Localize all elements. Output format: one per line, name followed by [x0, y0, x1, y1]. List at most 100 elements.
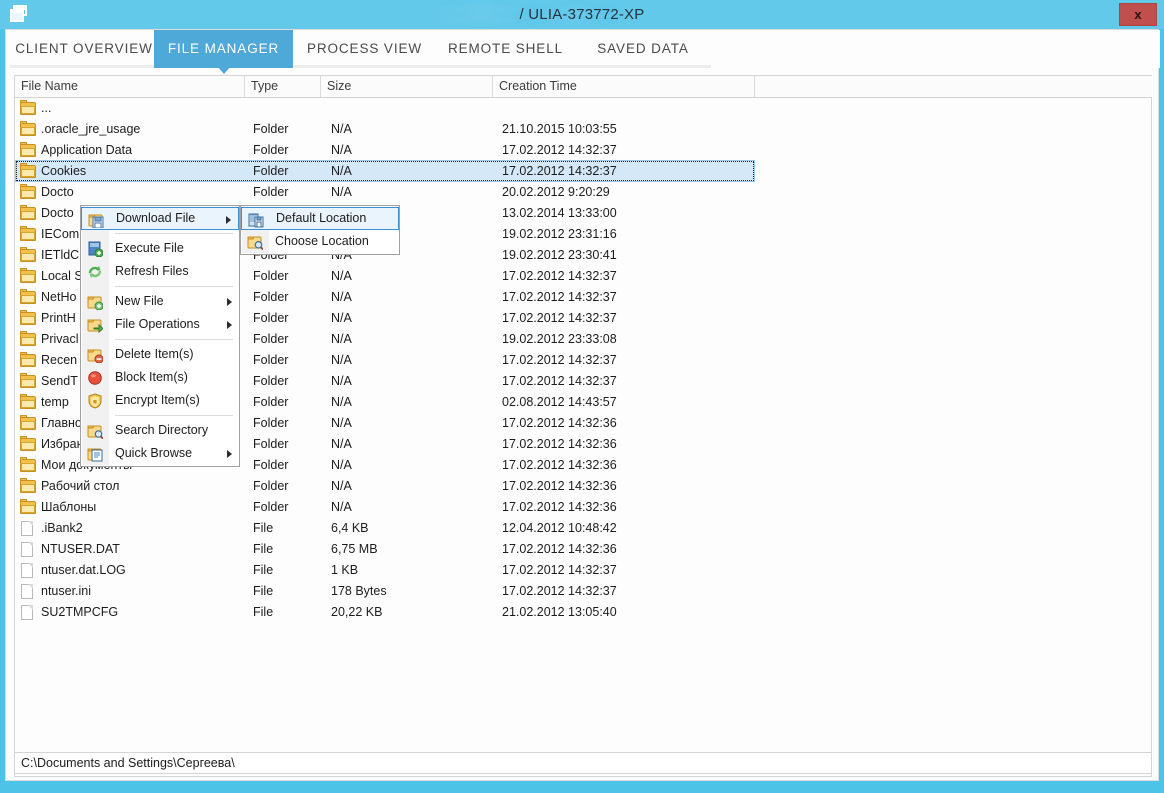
- title-bar: / ULIA-373772-XP x: [0, 0, 1164, 29]
- cell-file-name: Рабочий стол: [19, 476, 245, 497]
- cell-type: Folder: [253, 458, 289, 472]
- file-name-text: ntuser.dat.LOG: [41, 563, 126, 577]
- table-row[interactable]: ntuser.dat.LOG File 1 KB 17.02.2012 14:32:3…: [15, 560, 1151, 581]
- cell-file-name: .iBank2: [19, 518, 245, 539]
- cell-creation-time: 02.08.2012 14:43:57: [502, 395, 617, 409]
- cell-file-name: ntuser.dat.LOG: [19, 560, 245, 581]
- cell-file-name: ntuser.ini: [19, 581, 245, 602]
- file-name-text: Local S: [41, 269, 83, 283]
- cell-creation-time: 21.02.2012 13:05:40: [502, 605, 617, 619]
- tab-file-manager[interactable]: FILE MANAGER: [154, 30, 293, 74]
- cell-size: N/A: [331, 395, 352, 409]
- column-header-size[interactable]: Size: [321, 76, 493, 97]
- context-menu-item-block-item-s[interactable]: Block Item(s): [81, 366, 239, 389]
- cell-type: File: [253, 542, 274, 556]
- tab-process-view[interactable]: PROCESS VIEW: [293, 30, 436, 68]
- column-header-file-name[interactable]: File Name: [15, 76, 245, 97]
- cell-creation-time: 17.02.2012 14:32:37: [502, 353, 617, 367]
- folder-icon: [20, 478, 36, 493]
- folder-icon: [20, 394, 36, 409]
- search-directory-icon: [87, 423, 104, 440]
- choose-location-icon: [247, 234, 264, 251]
- submenu-item-choose-location[interactable]: Choose Location: [241, 230, 399, 253]
- menu-item-label: Quick Browse: [115, 446, 193, 460]
- context-menu-item-delete-item-s[interactable]: Delete Item(s): [81, 343, 239, 366]
- file-operations-icon: [87, 317, 104, 334]
- context-menu-item-refresh-files[interactable]: Refresh Files: [81, 260, 239, 283]
- menu-item-label: Block Item(s): [115, 370, 188, 384]
- cell-type: File: [253, 521, 274, 535]
- cell-creation-time: 17.02.2012 14:32:36: [502, 437, 617, 451]
- table-row[interactable]: Application Data Folder N/A 17.02.2012 14:3…: [15, 140, 1151, 161]
- cell-creation-time: 17.02.2012 14:32:37: [502, 290, 617, 304]
- file-name-text: NetHo: [41, 290, 77, 304]
- cell-type: Folder: [253, 185, 289, 199]
- block-icon: [87, 370, 103, 386]
- file-name-text: Docto: [41, 185, 74, 199]
- column-header-filler: [755, 76, 1152, 97]
- cell-creation-time: 17.02.2012 14:32:36: [502, 458, 617, 472]
- folder-icon: [20, 142, 36, 157]
- cell-file-name: Cookies: [19, 161, 245, 182]
- menu-item-label: New File: [115, 294, 164, 308]
- file-name-text: Docto: [41, 206, 74, 220]
- context-menu-item-encrypt-item-s[interactable]: Encrypt Item(s): [81, 389, 239, 412]
- cell-creation-time: 17.02.2012 14:32:37: [502, 164, 617, 178]
- cell-size: N/A: [331, 143, 352, 157]
- table-row[interactable]: Docto Folder N/A 20.02.2012 9:20:29: [15, 182, 1151, 203]
- context-menu-item-execute-file[interactable]: Execute File: [81, 237, 239, 260]
- table-row[interactable]: .iBank2 File 6,4 KB 12.04.2012 10:48:42: [15, 518, 1151, 539]
- table-header-row: File Name Type Size Creation Time: [15, 76, 1152, 98]
- close-window-button[interactable]: x: [1119, 3, 1157, 26]
- tab-remote-shell[interactable]: REMOTE SHELL: [436, 30, 575, 68]
- cell-creation-time: 20.02.2012 9:20:29: [502, 185, 610, 199]
- file-icon: [21, 605, 33, 620]
- cell-size: N/A: [331, 332, 352, 346]
- cell-size: N/A: [331, 311, 352, 325]
- table-row[interactable]: SU2TMPCFG File 20,22 KB 21.02.2012 13:05:40: [15, 602, 1151, 623]
- window-title: / ULIA-373772-XP: [519, 6, 645, 23]
- column-header-creation-time[interactable]: Creation Time: [493, 76, 755, 97]
- table-row[interactable]: NTUSER.DAT File 6,75 MB 17.02.2012 14:32:36: [15, 539, 1151, 560]
- folder-icon: [20, 226, 36, 241]
- new-file-icon: [87, 294, 104, 311]
- table-row[interactable]: Шаблоны Folder N/A 17.02.2012 14:32:36: [15, 497, 1151, 518]
- table-row[interactable]: Cookies Folder N/A 17.02.2012 14:32:37: [15, 160, 1151, 182]
- table-row[interactable]: ...: [15, 98, 1151, 119]
- context-menu-item-new-file[interactable]: New File: [81, 290, 239, 313]
- cell-type: Folder: [253, 500, 289, 514]
- file-name-text: Application Data: [41, 143, 133, 157]
- menu-item-label: Delete Item(s): [115, 347, 194, 361]
- folder-icon: [20, 457, 36, 472]
- cell-size: N/A: [331, 269, 352, 283]
- column-header-type[interactable]: Type: [245, 76, 321, 97]
- folder-icon: [20, 310, 36, 325]
- cell-size: 1 KB: [331, 563, 359, 577]
- cell-file-name: .oracle_jre_usage: [19, 119, 245, 140]
- file-name-text: temp: [41, 395, 69, 409]
- menu-item-label: Refresh Files: [115, 264, 189, 278]
- cell-type: Folder: [253, 395, 289, 409]
- table-row[interactable]: .oracle_jre_usage Folder N/A 21.10.2015 10:…: [15, 119, 1151, 140]
- context-menu[interactable]: Download File Execute File Refresh Files Ne…: [80, 205, 240, 467]
- context-menu-item-download-file[interactable]: Download File: [81, 207, 239, 230]
- context-menu-item-quick-browse[interactable]: Quick Browse: [81, 442, 239, 465]
- table-row[interactable]: Рабочий стол Folder N/A 17.02.2012 14:32:36: [15, 476, 1151, 497]
- tab-saved-data[interactable]: SAVED DATA: [575, 30, 711, 68]
- menu-item-label: Search Directory: [115, 423, 209, 437]
- tab-client-overview[interactable]: CLIENT OVERVIEW: [10, 30, 158, 68]
- submenu-item-default-location[interactable]: Default Location: [241, 207, 399, 230]
- cell-creation-time: 17.02.2012 14:32:36: [502, 500, 617, 514]
- context-menu-item-file-operations[interactable]: File Operations: [81, 313, 239, 336]
- download-file-submenu[interactable]: Default Location Choose Location: [240, 205, 400, 255]
- cell-type: Folder: [253, 479, 289, 493]
- cell-size: N/A: [331, 500, 352, 514]
- cell-size: N/A: [331, 290, 352, 304]
- context-menu-item-search-directory[interactable]: Search Directory: [81, 419, 239, 442]
- table-row[interactable]: ntuser.ini File 178 Bytes 17.02.2012 14:32:…: [15, 581, 1151, 602]
- cell-size: N/A: [331, 479, 352, 493]
- folder-icon: [20, 100, 36, 115]
- cell-size: 178 Bytes: [331, 584, 387, 598]
- folder-icon: [20, 247, 36, 262]
- file-name-text: SU2TMPCFG: [41, 605, 119, 619]
